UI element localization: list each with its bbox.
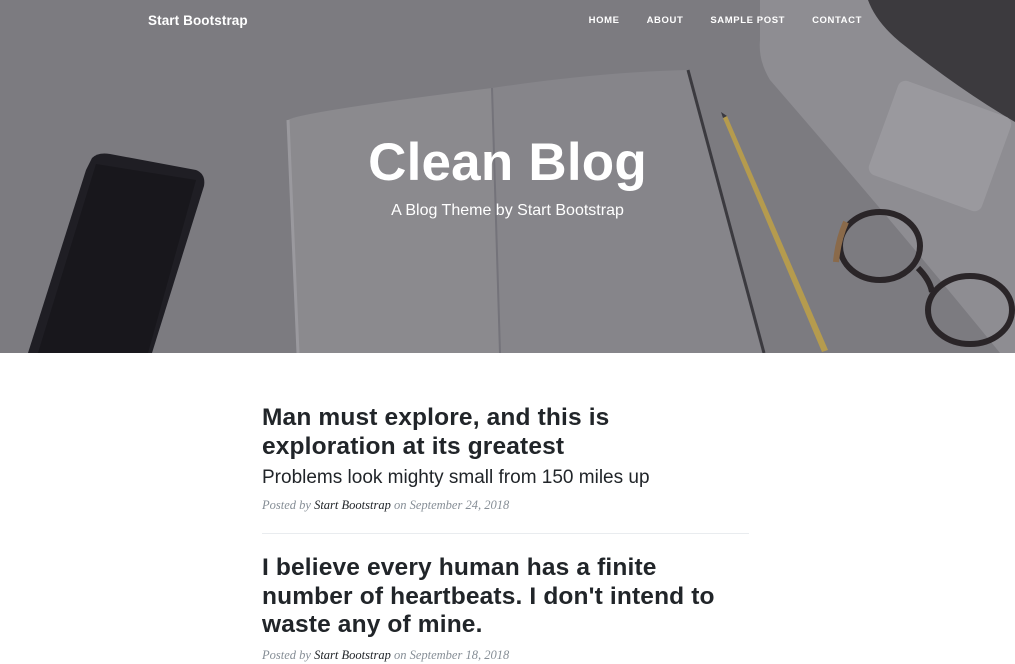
post-date: September 18, 2018 bbox=[409, 647, 510, 662]
post-date: September 24, 2018 bbox=[409, 498, 510, 512]
post-preview: Man must explore, and this is exploratio… bbox=[262, 404, 749, 513]
post-meta: Posted by Start Bootstrap on September 1… bbox=[262, 647, 749, 663]
post-divider bbox=[262, 533, 749, 534]
post-list: Man must explore, and this is exploratio… bbox=[262, 404, 749, 663]
site-subtitle: A Blog Theme by Start Bootstrap bbox=[391, 202, 624, 219]
on-label: on bbox=[393, 498, 407, 512]
post-title[interactable]: Man must explore, and this is exploratio… bbox=[262, 404, 749, 461]
post-author-link[interactable]: Start Bootstrap bbox=[314, 648, 391, 662]
navbar-links: Home About Sample Post Contact bbox=[589, 15, 862, 27]
post-preview: I believe every human has a finite numbe… bbox=[262, 554, 749, 663]
posted-by-label: Posted by bbox=[262, 498, 311, 512]
site-heading: Clean Blog A Blog Theme by Start Bootstr… bbox=[0, 130, 1015, 222]
post-link[interactable]: Man must explore, and this is exploratio… bbox=[262, 404, 749, 490]
on-label: on bbox=[393, 647, 407, 662]
post-link[interactable]: I believe every human has a finite numbe… bbox=[262, 554, 749, 640]
post-author-link[interactable]: Start Bootstrap bbox=[314, 498, 391, 512]
post-subtitle[interactable]: Problems look mighty small from 150 mile… bbox=[262, 465, 749, 490]
nav-link-about[interactable]: About bbox=[647, 15, 684, 27]
nav-link-sample-post[interactable]: Sample Post bbox=[710, 15, 785, 27]
post-meta: Posted by Start Bootstrap on September 2… bbox=[262, 497, 749, 513]
navbar-brand[interactable]: Start Bootstrap bbox=[148, 12, 248, 30]
nav-link-home[interactable]: Home bbox=[589, 15, 620, 27]
posted-by-label: Posted by bbox=[262, 647, 311, 662]
post-title[interactable]: I believe every human has a finite numbe… bbox=[262, 554, 749, 640]
site-title: Clean Blog bbox=[368, 133, 647, 192]
masthead: Start Bootstrap Home About Sample Post C… bbox=[0, 0, 1015, 353]
nav-link-contact[interactable]: Contact bbox=[812, 15, 862, 27]
